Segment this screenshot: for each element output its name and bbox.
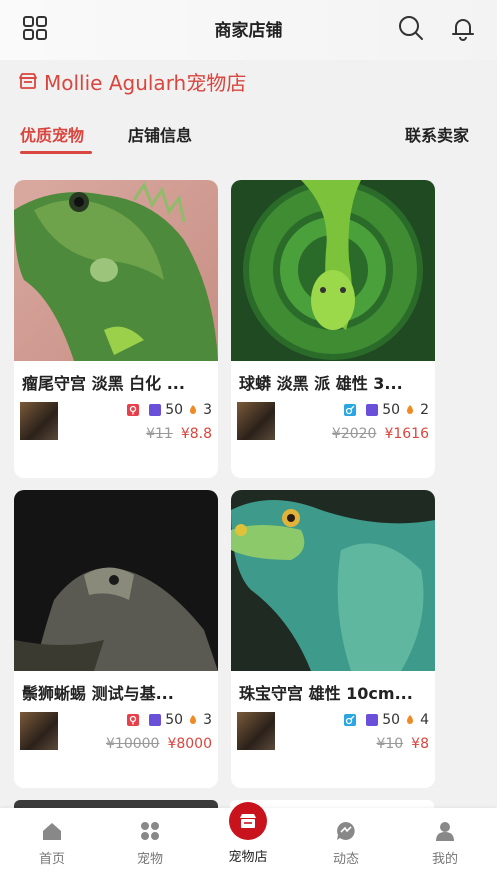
tab-quality-pets[interactable]: 优质宠物 <box>20 122 84 146</box>
nav-me-label: 我的 <box>431 852 458 867</box>
count-icon <box>366 714 379 726</box>
home-icon <box>43 823 61 840</box>
product-card[interactable]: 珠宝守宫 雄性 10cm... 50 4 ¥10 ¥8 <box>231 490 435 788</box>
bottom-nav: 首页 宠物 宠物店 动态 我的 <box>0 802 497 883</box>
product-card[interactable]: 鬃狮蜥蜴 测试与基... 50 3 ¥10000 ¥8000 <box>14 490 218 788</box>
nav-home[interactable]: 首页 <box>12 820 92 867</box>
product-card[interactable]: 瘤尾守宫 淡黑 白化 ... 50 3 ¥11 ¥8.8 <box>14 180 218 478</box>
product-name: 鬃狮蜥蜴 测试与基... <box>22 684 174 703</box>
nav-pets-label: 宠物 <box>136 852 163 867</box>
store-icon <box>240 814 256 828</box>
nav-home-label: 首页 <box>38 852 65 867</box>
stock-count: 50 <box>382 712 401 728</box>
search-icon[interactable] <box>397 14 425 42</box>
product-stats: 50 3 <box>127 712 212 728</box>
like-count: 3 <box>203 402 212 418</box>
product-card-partial[interactable] <box>14 800 218 808</box>
sale-price: ¥8.8 <box>180 426 212 442</box>
price-row: ¥2020 ¥1616 <box>332 426 429 442</box>
flame-icon <box>407 405 414 414</box>
product-stats: 50 3 <box>127 402 212 418</box>
shop-name-row: Mollie Agularh宠物店 <box>18 66 246 96</box>
user-icon <box>436 822 454 841</box>
seller-avatar <box>20 712 58 750</box>
male-icon <box>344 714 357 726</box>
product-card[interactable]: 球蟒 淡黑 派 雄性 3... 50 2 ¥2020 ¥1616 <box>231 180 435 478</box>
original-price: ¥10000 <box>106 736 160 752</box>
nav-moments[interactable]: 动态 <box>306 820 386 867</box>
flame-icon <box>190 715 197 724</box>
sale-price: ¥8000 <box>167 736 212 752</box>
seller-avatar <box>237 402 275 440</box>
seller-avatar <box>20 402 58 440</box>
shop-name: Mollie Agularh宠物店 <box>44 70 247 95</box>
chat-icon <box>337 822 355 840</box>
female-icon <box>127 404 140 416</box>
product-name: 瘤尾守宫 淡黑 白化 ... <box>22 374 185 393</box>
nav-petshop-label: 宠物店 <box>228 850 268 865</box>
dragon-photo <box>14 490 218 671</box>
price-row: ¥11 ¥8.8 <box>146 426 212 442</box>
male-icon <box>344 404 357 416</box>
product-name: 珠宝守宫 雄性 10cm... <box>239 684 413 703</box>
flame-icon <box>407 715 414 724</box>
bell-icon[interactable] <box>449 14 477 42</box>
stock-count: 50 <box>165 712 184 728</box>
product-stats: 50 2 <box>344 402 429 418</box>
sale-price: ¥1616 <box>384 426 429 442</box>
price-row: ¥10 ¥8 <box>376 736 429 752</box>
like-count: 3 <box>203 712 212 728</box>
python-photo <box>231 180 435 361</box>
product-stats: 50 4 <box>344 712 429 728</box>
pets-grid-icon <box>141 822 159 840</box>
like-count: 4 <box>420 712 429 728</box>
nav-moments-label: 动态 <box>332 852 359 867</box>
original-price: ¥11 <box>146 426 173 442</box>
iguana-photo <box>14 180 218 361</box>
stock-count: 50 <box>382 402 401 418</box>
female-icon <box>127 714 140 726</box>
tab-bar: 优质宠物 店铺信息 联系卖家 <box>0 118 497 158</box>
nav-petshop[interactable]: 宠物店 <box>218 802 278 865</box>
sale-price: ¥8 <box>411 736 429 752</box>
price-row: ¥10000 ¥8000 <box>106 736 212 752</box>
store-icon <box>19 73 37 89</box>
original-price: ¥10 <box>376 736 404 752</box>
gecko-photo <box>231 490 435 671</box>
count-icon <box>149 404 162 416</box>
count-icon <box>149 714 162 726</box>
count-icon <box>366 404 379 416</box>
nav-petshop-circle <box>229 802 267 840</box>
header: 商家店铺 <box>0 0 497 60</box>
nav-pets[interactable]: 宠物 <box>110 820 190 867</box>
nav-me[interactable]: 我的 <box>405 820 485 867</box>
active-tab-indicator <box>20 151 92 154</box>
tab-contact-seller[interactable]: 联系卖家 <box>405 122 469 146</box>
flame-icon <box>190 405 197 414</box>
product-name: 球蟒 淡黑 派 雄性 3... <box>239 374 403 393</box>
like-count: 2 <box>420 402 429 418</box>
tab-shop-info[interactable]: 店铺信息 <box>128 122 192 146</box>
seller-avatar <box>237 712 275 750</box>
stock-count: 50 <box>165 402 184 418</box>
original-price: ¥2020 <box>331 426 377 442</box>
